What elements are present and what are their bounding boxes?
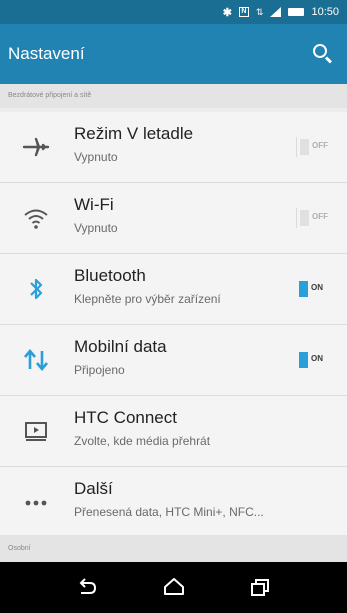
toggle-label: ON	[311, 283, 323, 292]
wifi-toggle[interactable]: OFF	[296, 208, 336, 228]
nfc-icon: N	[238, 7, 249, 17]
bluetooth-icon	[22, 276, 50, 302]
navigation-bar	[0, 562, 347, 613]
item-subtitle: Vypnuto	[74, 221, 118, 235]
item-title: Bluetooth	[74, 266, 146, 285]
home-icon[interactable]	[160, 574, 188, 602]
item-subtitle: Přenesená data, HTC Mini+, NFC...	[74, 505, 264, 519]
item-title: Režim V letadle	[74, 124, 194, 143]
signal-icon	[270, 7, 282, 17]
list-item-more[interactable]: Další Přenesená data, HTC Mini+, NFC...	[0, 467, 347, 537]
page-title: Nastavení	[8, 44, 85, 63]
item-title: HTC Connect	[74, 408, 177, 427]
app-bar: Nastavení	[0, 24, 347, 84]
airplane-mode-toggle[interactable]: OFF	[296, 137, 336, 157]
toggle-knob	[299, 281, 308, 297]
toggle-knob	[300, 139, 309, 155]
toggle-label: OFF	[312, 141, 328, 150]
search-icon[interactable]	[309, 41, 335, 67]
bluetooth-icon: ✱	[222, 6, 232, 19]
list-item-wifi[interactable]: Wi-Fi Vypnuto OFF	[0, 183, 347, 253]
list-item-bluetooth[interactable]: Bluetooth Klepněte pro výběr zařízení ON	[0, 254, 347, 324]
item-subtitle: Klepněte pro výběr zařízení	[74, 292, 221, 306]
recent-apps-icon[interactable]	[246, 574, 274, 602]
more-icon	[22, 489, 50, 515]
list-item-mobile-data[interactable]: Mobilní data Připojeno ON	[0, 325, 347, 395]
bluetooth-toggle[interactable]: ON	[296, 279, 336, 299]
status-time: 10:50	[311, 6, 339, 18]
toggle-knob	[299, 352, 308, 368]
section-header-wireless: Bezdrátové připojení a sítě	[0, 84, 347, 108]
item-title: Další	[74, 479, 113, 498]
wifi-icon	[22, 205, 50, 231]
mobile-data-icon	[22, 347, 50, 373]
back-icon[interactable]	[73, 574, 101, 602]
section-header-personal: Osobní	[0, 535, 347, 562]
item-subtitle: Zvolte, kde média přehrát	[74, 434, 211, 448]
htc-connect-icon	[22, 418, 50, 444]
toggle-label: ON	[311, 354, 323, 363]
battery-icon	[288, 8, 305, 16]
toggle-label: OFF	[312, 212, 328, 221]
item-subtitle: Připojeno	[74, 363, 125, 377]
status-bar: ✱ N ⇅ 10:50	[0, 0, 347, 24]
item-title: Wi-Fi	[74, 195, 114, 214]
mobile-data-toggle[interactable]: ON	[296, 350, 336, 370]
data-icon: ⇅	[255, 6, 264, 17]
airplane-icon	[22, 134, 50, 160]
item-title: Mobilní data	[74, 337, 167, 356]
list-item-htc-connect[interactable]: HTC Connect Zvolte, kde média přehrát	[0, 396, 347, 466]
toggle-knob	[300, 210, 309, 226]
list-item-airplane-mode[interactable]: Režim V letadle Vypnuto OFF	[0, 112, 347, 182]
item-subtitle: Vypnuto	[74, 150, 118, 164]
settings-list: Režim V letadle Vypnuto OFF Wi-Fi Vypnut…	[0, 112, 347, 535]
